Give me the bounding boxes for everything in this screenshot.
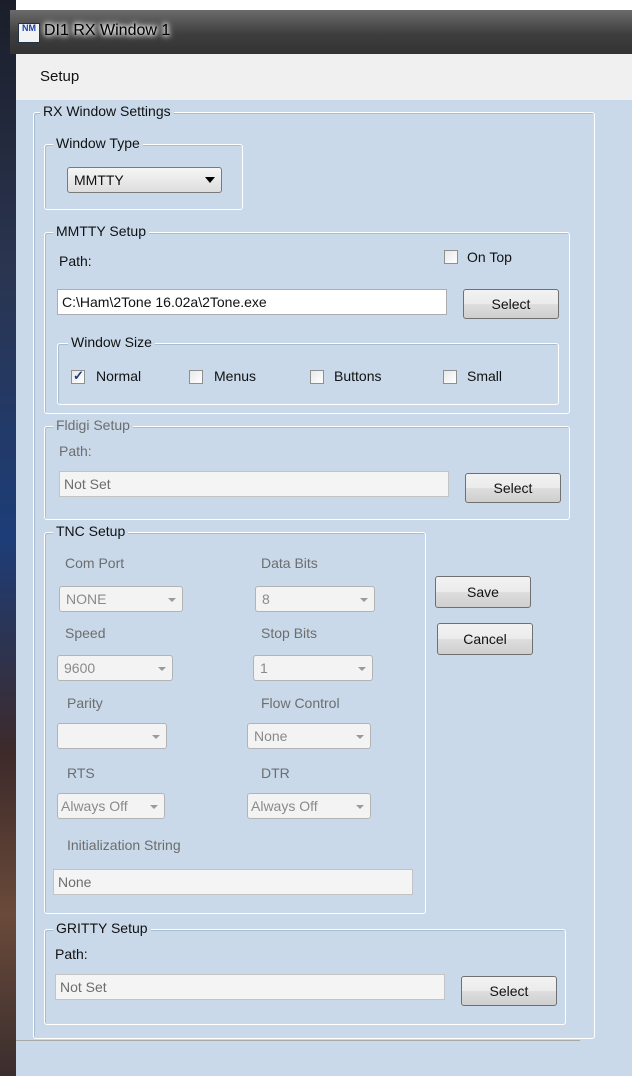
speed-value: 9600 bbox=[64, 660, 96, 676]
rts-dropdown[interactable]: Always Off bbox=[57, 793, 165, 819]
stop-bits-label: Stop Bits bbox=[261, 625, 318, 641]
save-button[interactable]: Save bbox=[435, 576, 531, 608]
chevron-down-icon bbox=[205, 177, 215, 183]
stop-bits-dropdown[interactable]: 1 bbox=[253, 655, 373, 681]
mmtty-path-input[interactable]: C:\Ham\2Tone 16.02a\2Tone.exe bbox=[57, 289, 447, 315]
fldigi-select-button[interactable]: Select bbox=[465, 473, 561, 503]
window-type-legend: Window Type bbox=[53, 135, 143, 151]
fldigi-setup-legend: Fldigi Setup bbox=[53, 417, 133, 433]
dtr-value: Always Off bbox=[251, 798, 318, 814]
mmtty-setup-legend: MMTTY Setup bbox=[53, 223, 149, 239]
mmtty-setup-group: MMTTY Setup Path: On Top C:\Ham\2Tone 16… bbox=[44, 223, 570, 414]
chevron-down-icon bbox=[356, 805, 364, 809]
chevron-down-icon bbox=[360, 598, 368, 602]
speed-label: Speed bbox=[65, 625, 106, 641]
normal-checkbox[interactable]: ✓ bbox=[71, 368, 85, 384]
cancel-button[interactable]: Cancel bbox=[437, 623, 533, 655]
normal-label: Normal bbox=[96, 368, 142, 384]
flow-control-dropdown[interactable]: None bbox=[247, 723, 371, 749]
desktop-background bbox=[0, 0, 16, 1076]
mmtty-path-label: Path: bbox=[59, 253, 92, 269]
flow-control-label: Flow Control bbox=[261, 695, 340, 711]
chevron-down-icon bbox=[168, 598, 176, 602]
mmtty-select-button[interactable]: Select bbox=[463, 289, 559, 319]
menu-bar: Setup bbox=[16, 54, 632, 101]
small-label: Small bbox=[467, 368, 503, 384]
on-top-checkbox[interactable] bbox=[444, 250, 458, 264]
parity-dropdown[interactable] bbox=[57, 723, 167, 749]
chevron-down-icon bbox=[158, 667, 166, 671]
chevron-down-icon bbox=[356, 735, 364, 739]
gritty-setup-group: GRITTY Setup Path: Not Set Select bbox=[44, 920, 566, 1025]
data-bits-label: Data Bits bbox=[261, 555, 318, 571]
data-bits-value: 8 bbox=[262, 591, 270, 607]
stop-bits-value: 1 bbox=[260, 660, 268, 676]
dtr-dropdown[interactable]: Always Off bbox=[247, 793, 371, 819]
small-checkbox[interactable] bbox=[443, 370, 457, 384]
init-string-input[interactable]: None bbox=[53, 869, 413, 895]
window-bottom-border bbox=[16, 1040, 580, 1041]
rx-window-settings-legend: RX Window Settings bbox=[40, 103, 174, 119]
title-bar[interactable]: NM DI1 RX Window 1 bbox=[10, 10, 632, 54]
chevron-down-icon bbox=[152, 735, 160, 739]
menu-setup[interactable]: Setup bbox=[40, 68, 79, 85]
com-port-value: NONE bbox=[66, 591, 107, 607]
init-string-label: Initialization String bbox=[67, 837, 181, 853]
gritty-path-input[interactable]: Not Set bbox=[55, 974, 445, 1000]
fldigi-path-input[interactable]: Not Set bbox=[59, 471, 449, 497]
tnc-setup-legend: TNC Setup bbox=[53, 523, 129, 539]
gritty-setup-legend: GRITTY Setup bbox=[53, 920, 151, 936]
tnc-setup-group: TNC Setup Com Port Data Bits NONE 8 Spee… bbox=[44, 523, 426, 914]
flow-control-value: None bbox=[254, 728, 288, 744]
menus-label: Menus bbox=[214, 368, 257, 384]
rts-label: RTS bbox=[67, 765, 95, 781]
speed-dropdown[interactable]: 9600 bbox=[57, 655, 173, 681]
dtr-label: DTR bbox=[261, 765, 290, 781]
app-icon: NM bbox=[18, 23, 40, 43]
window-type-value: MMTTY bbox=[74, 172, 124, 188]
window-type-dropdown[interactable]: MMTTY bbox=[67, 167, 222, 193]
com-port-dropdown[interactable]: NONE bbox=[59, 586, 183, 612]
rts-value: Always Off bbox=[61, 798, 128, 814]
data-bits-dropdown[interactable]: 8 bbox=[255, 586, 375, 612]
window-size-legend: Window Size bbox=[68, 334, 155, 350]
on-top-label: On Top bbox=[467, 249, 512, 265]
chevron-down-icon bbox=[150, 805, 158, 809]
window-type-group: Window Type MMTTY bbox=[44, 135, 243, 210]
fldigi-path-label: Path: bbox=[59, 443, 92, 459]
buttons-checkbox[interactable] bbox=[310, 370, 324, 384]
window-size-group: Window Size ✓ Normal Menus Buttons Small bbox=[57, 334, 559, 405]
buttons-label: Buttons bbox=[334, 368, 382, 384]
fldigi-setup-group: Fldigi Setup Path: Not Set Select bbox=[44, 417, 570, 520]
gritty-select-button[interactable]: Select bbox=[461, 976, 557, 1006]
checkmark-icon: ✓ bbox=[73, 368, 84, 383]
parity-label: Parity bbox=[67, 695, 103, 711]
client-area: RX Window Settings Window Type MMTTY MMT… bbox=[16, 100, 632, 1076]
menus-checkbox[interactable] bbox=[189, 370, 203, 384]
gritty-path-label: Path: bbox=[55, 946, 88, 962]
chevron-down-icon bbox=[358, 667, 366, 671]
window-title: DI1 RX Window 1 bbox=[44, 22, 171, 39]
com-port-label: Com Port bbox=[65, 555, 125, 571]
